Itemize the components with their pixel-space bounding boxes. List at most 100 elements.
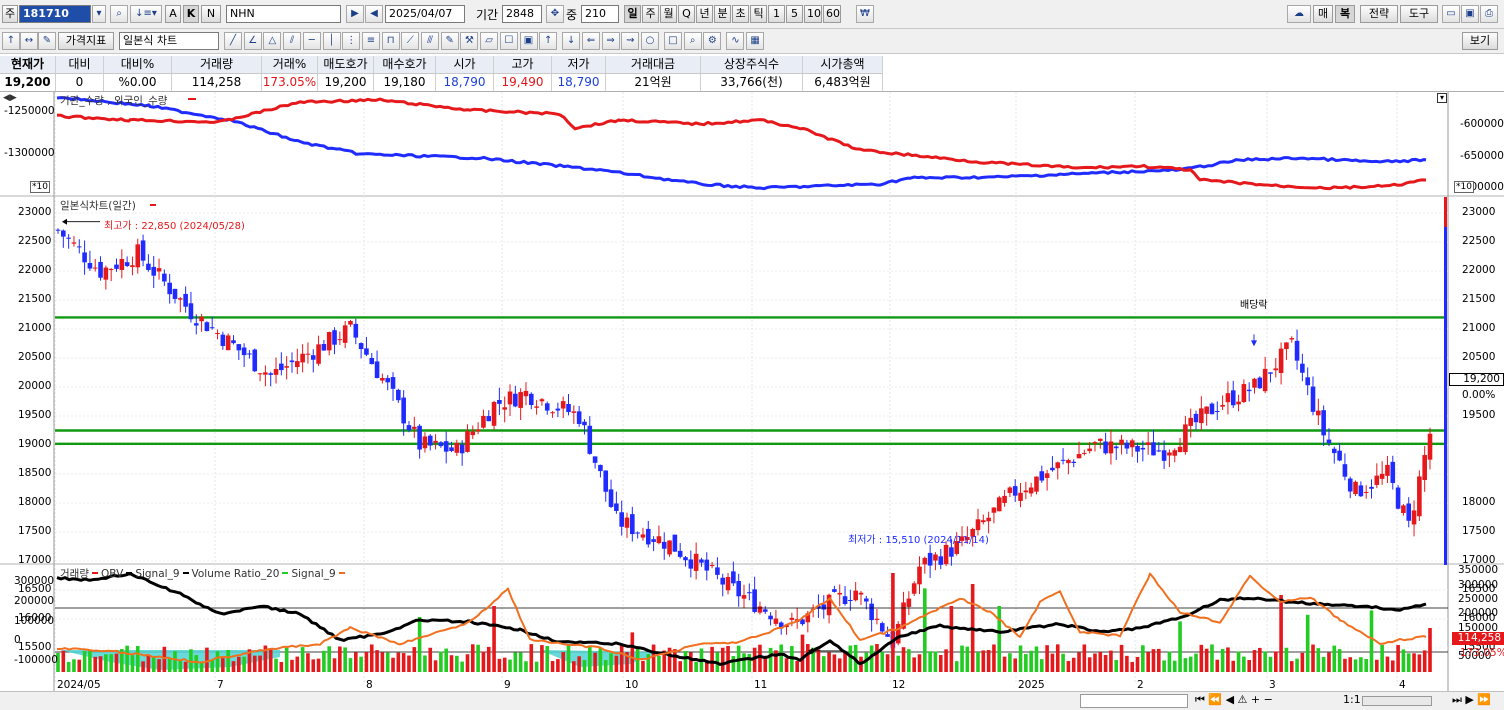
- tools-button[interactable]: 도구: [1400, 5, 1438, 23]
- up-arrow-icon[interactable]: ↑: [2, 32, 20, 50]
- rect-note-tool-icon[interactable]: ☐: [499, 32, 518, 50]
- timeframe-button-3[interactable]: Q: [678, 5, 695, 23]
- curve-tool-icon[interactable]: ⇝: [621, 32, 640, 50]
- cloud-icon[interactable]: ☁: [1287, 5, 1311, 23]
- zoom-slider[interactable]: [1362, 696, 1432, 706]
- angle-tool-icon[interactable]: ∠: [243, 32, 262, 50]
- print-icon[interactable]: ⎙: [1480, 5, 1498, 23]
- up-arrow-tool-icon[interactable]: ↑: [539, 32, 558, 50]
- volume-bar: [242, 656, 246, 672]
- candle-body: [1214, 411, 1220, 413]
- date-input[interactable]: 2025/04/07: [385, 5, 465, 23]
- candle-body: [358, 343, 364, 350]
- candle-body: [986, 517, 991, 522]
- edit-icon[interactable]: ✎: [38, 32, 56, 50]
- volume-bar: [300, 647, 305, 672]
- save-icon[interactable]: ▣: [1461, 5, 1479, 23]
- tool-tool-icon[interactable]: ⚒: [460, 32, 479, 50]
- volume-bar: [1406, 653, 1411, 672]
- stock-code-input[interactable]: 181710: [19, 5, 91, 23]
- volume-bar: [795, 661, 799, 672]
- candle-body: [348, 320, 353, 325]
- table-tool-icon[interactable]: ▦: [746, 32, 765, 50]
- view-button[interactable]: 보기: [1462, 32, 1498, 50]
- nav-icons-right[interactable]: ⏭ ▶ ⏩: [1452, 693, 1491, 707]
- nav-icons-left[interactable]: ⏮ ⏪ ◀ ⚠ + −: [1195, 693, 1273, 707]
- box-tool-icon[interactable]: ▣: [519, 32, 538, 50]
- zoom-tool-icon[interactable]: ⌕: [683, 32, 702, 50]
- trendline-tool-icon[interactable]: ╱: [224, 32, 242, 50]
- price-indicator-button[interactable]: 가격지표: [58, 32, 114, 50]
- volume-bar: [1087, 657, 1092, 672]
- search-icon[interactable]: ⌕: [110, 5, 128, 23]
- mode-k-button[interactable]: K: [183, 5, 199, 23]
- volume-bar: [1284, 647, 1289, 672]
- support-resistance-lines: [55, 316, 1445, 446]
- prev-arrow-icon[interactable]: ◀: [365, 5, 383, 23]
- volume-bar: [768, 647, 773, 672]
- sort-dropdown-icon[interactable]: ↓≡▾: [130, 5, 162, 23]
- expand-arrows-icon[interactable]: ◀▶: [3, 93, 17, 103]
- volume-bar: [125, 645, 129, 672]
- timeframe-button-11[interactable]: 60: [823, 5, 841, 23]
- duplicate-button[interactable]: 복: [1335, 5, 1355, 23]
- candle-body: [76, 246, 82, 248]
- period-input[interactable]: 2848: [502, 5, 542, 23]
- chart-area[interactable]: [0, 92, 1504, 691]
- candle-body: [1145, 442, 1151, 445]
- gann-tool-icon[interactable]: ⊓: [381, 32, 400, 50]
- down-arrow-tool-icon[interactable]: ↓: [562, 32, 581, 50]
- crosshair-icon[interactable]: ✥: [546, 5, 564, 23]
- arrow-line-tool-icon[interactable]: ⟋: [401, 32, 420, 50]
- timeframe-button-5[interactable]: 분: [714, 5, 731, 23]
- timeframe-button-9[interactable]: 5: [786, 5, 803, 23]
- parallelogram-tool-icon[interactable]: ▱: [480, 32, 499, 50]
- count-input[interactable]: 210: [581, 5, 619, 23]
- sell-button[interactable]: 매: [1313, 5, 1333, 23]
- square-tool-icon[interactable]: □: [664, 32, 682, 50]
- timeframe-button-4[interactable]: 년: [696, 5, 713, 23]
- horizontal-scrollbar[interactable]: [1080, 694, 1188, 708]
- vline-tool-icon[interactable]: │: [322, 32, 341, 50]
- code-dropdown-icon[interactable]: ▾: [92, 5, 106, 23]
- fan-tool-icon[interactable]: ⫽: [283, 32, 302, 50]
- wave-tool-icon[interactable]: ∿: [726, 32, 745, 50]
- timeframe-button-10[interactable]: 10: [804, 5, 822, 23]
- hline-tool-icon[interactable]: ─: [302, 32, 321, 50]
- mode-n-button[interactable]: N: [201, 5, 221, 23]
- triangle-tool-icon[interactable]: △: [263, 32, 282, 50]
- candle-body: [454, 442, 460, 453]
- timeframe-button-8[interactable]: 1: [768, 5, 785, 23]
- right-arrow-tool-icon[interactable]: ⇒: [601, 32, 620, 50]
- timeframe-button-1[interactable]: 주: [642, 5, 659, 23]
- timeframe-button-2[interactable]: 월: [660, 5, 677, 23]
- volume-bar: [1130, 661, 1135, 672]
- left-arrow-tool-icon[interactable]: ⇐: [581, 32, 600, 50]
- pitchfork-tool-icon[interactable]: ⫻: [421, 32, 439, 50]
- timeframe-button-6[interactable]: 초: [732, 5, 749, 23]
- folder-icon[interactable]: ▭: [1442, 5, 1460, 23]
- market-select-button[interactable]: 주: [2, 5, 18, 23]
- timeframe-button-7[interactable]: 틱: [750, 5, 767, 23]
- swap-arrows-icon[interactable]: ↔: [20, 32, 38, 50]
- pen-tool-icon[interactable]: ✎: [440, 32, 459, 50]
- timeframe-button-0[interactable]: 일: [624, 5, 641, 23]
- fib-tool-icon[interactable]: ⋮: [342, 32, 361, 50]
- strategy-button[interactable]: 전략: [1360, 5, 1398, 23]
- mode-a-button[interactable]: A: [165, 5, 181, 23]
- candle-body: [981, 520, 986, 523]
- volume-bar: [98, 656, 103, 672]
- next-arrow-icon[interactable]: ▶: [346, 5, 364, 23]
- volume-bar: [476, 644, 480, 672]
- volume-bar: [130, 655, 135, 672]
- settings-tool-icon[interactable]: ⚙: [703, 32, 722, 50]
- circle-tool-icon[interactable]: ○: [641, 32, 659, 50]
- candle-body: [1012, 486, 1018, 496]
- pane-menu-icon[interactable]: ▾: [1437, 93, 1447, 103]
- candle-body: [869, 603, 874, 621]
- won-currency-icon[interactable]: ₩: [856, 5, 874, 23]
- volume-axis-left: 300000: [14, 575, 55, 587]
- channel-tool-icon[interactable]: ≡: [361, 32, 380, 50]
- candle-body: [603, 470, 609, 492]
- chart-type-select[interactable]: 일본식 차트: [119, 32, 219, 50]
